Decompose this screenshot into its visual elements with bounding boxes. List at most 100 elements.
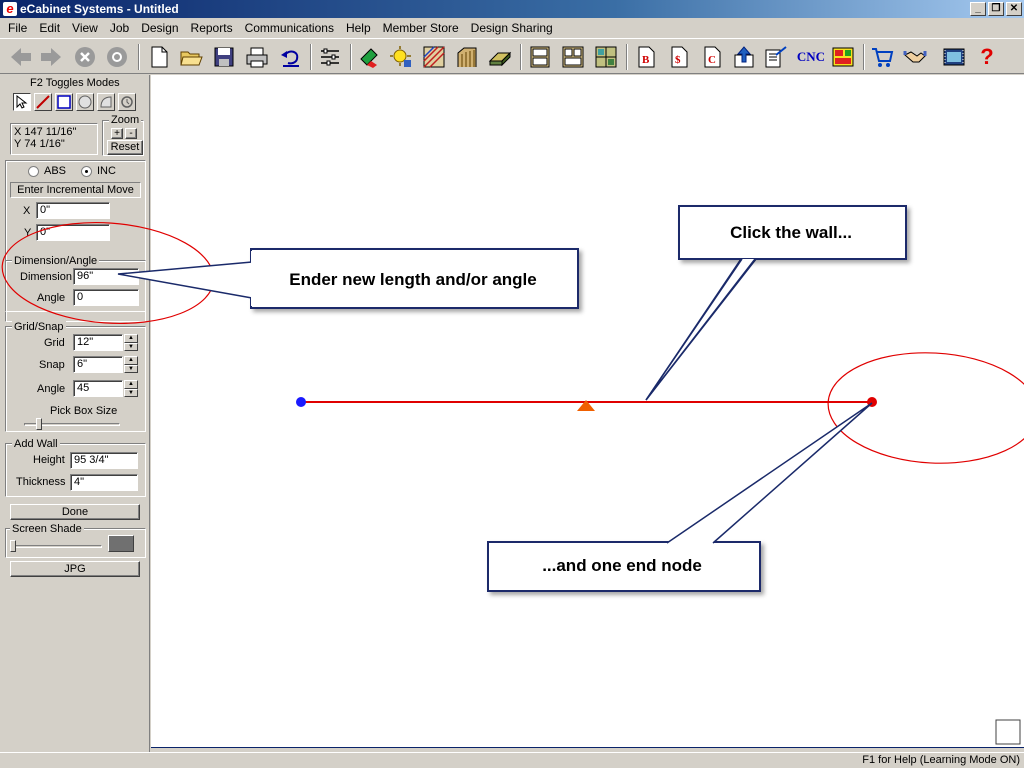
- menu-member-store[interactable]: Member Store: [377, 18, 465, 38]
- screen-shade-track: [12, 545, 102, 548]
- optimizer-icon[interactable]: [830, 43, 856, 71]
- snap-angle-stepper[interactable]: ▲ ▼: [124, 380, 138, 397]
- abs-radio[interactable]: [28, 166, 39, 177]
- forward-arrow-icon[interactable]: [38, 43, 64, 71]
- grid-label: Grid: [44, 337, 65, 349]
- upload-icon[interactable]: [731, 43, 757, 71]
- y-move-input[interactable]: 0": [36, 224, 110, 241]
- zoom-out-button[interactable]: -: [125, 128, 137, 139]
- screen-shade-group: Screen Shade: [5, 523, 146, 558]
- line-tool-icon[interactable]: [34, 93, 52, 111]
- dimension-label: Dimension: [20, 271, 72, 283]
- settings-list-icon[interactable]: [317, 43, 343, 71]
- shade-color-swatch[interactable]: [108, 535, 134, 552]
- add-wall-group: Add Wall Height 95 3/4" Thickness 4": [5, 438, 146, 497]
- screen-shade-label: Screen Shade: [10, 523, 84, 535]
- done-button[interactable]: Done: [10, 504, 140, 520]
- svg-text:C: C: [708, 54, 716, 66]
- store-cart-icon[interactable]: [869, 43, 895, 71]
- inc-radio[interactable]: [81, 166, 92, 177]
- x-move-input[interactable]: 0": [36, 202, 110, 219]
- cut-list-icon[interactable]: C: [699, 43, 725, 71]
- light-icon[interactable]: [388, 43, 414, 71]
- rectangle-tool-icon[interactable]: [55, 93, 73, 111]
- cnc-icon[interactable]: CNC: [796, 43, 826, 71]
- select-tool-icon[interactable]: [13, 93, 31, 111]
- open-folder-icon[interactable]: [178, 43, 204, 71]
- callout-dimension-text: Ender new length and/or angle: [289, 270, 536, 289]
- menu-edit[interactable]: Edit: [33, 18, 66, 38]
- handshake-icon[interactable]: [902, 43, 928, 71]
- material-icon[interactable]: [356, 43, 382, 71]
- abs-label: ABS: [44, 165, 67, 177]
- wall-start-node[interactable]: [296, 397, 306, 407]
- coord-y: Y 74 1/16": [14, 138, 65, 150]
- help-icon[interactable]: ?: [974, 43, 1000, 71]
- print-icon[interactable]: [244, 43, 270, 71]
- dimension-input[interactable]: 96": [73, 268, 139, 285]
- bid-report-icon[interactable]: B: [633, 43, 659, 71]
- drawing-canvas[interactable]: Click the wall... ...and one end node En…: [151, 75, 1024, 748]
- arc-tool-icon[interactable]: [97, 93, 115, 111]
- film-icon[interactable]: [941, 43, 967, 71]
- room-layout-icon[interactable]: [593, 43, 619, 71]
- snap-angle-input[interactable]: 45: [73, 380, 123, 397]
- door-icon[interactable]: [454, 43, 480, 71]
- snap-stepper[interactable]: ▲ ▼: [124, 356, 138, 373]
- menu-design[interactable]: Design: [135, 18, 184, 38]
- cabinet-icon[interactable]: [527, 43, 553, 71]
- grid-snap-group: Grid/Snap Grid 12" ▲ ▼ Snap 6" ▲ ▼ Angle 4…: [5, 321, 146, 432]
- refresh-icon[interactable]: [104, 43, 130, 71]
- menu-job[interactable]: Job: [104, 18, 135, 38]
- restore-button[interactable]: ❐: [988, 2, 1004, 16]
- end-node-highlight-ellipse: [827, 352, 1024, 464]
- snap-angle-label: Angle: [37, 383, 66, 395]
- texture-icon[interactable]: [421, 43, 447, 71]
- zoom-in-button[interactable]: +: [111, 128, 123, 139]
- zoom-reset-button[interactable]: Reset: [107, 140, 143, 155]
- cost-report-icon[interactable]: $: [666, 43, 692, 71]
- back-arrow-icon[interactable]: [8, 43, 34, 71]
- screen-shade-slider[interactable]: [10, 540, 16, 552]
- svg-text:$: $: [675, 54, 681, 66]
- pickbox-slider[interactable]: [36, 418, 42, 430]
- status-help-text: F1 for Help (Learning Mode ON): [862, 754, 1020, 766]
- menu-file[interactable]: File: [2, 18, 33, 38]
- menu-communications[interactable]: Communications: [239, 18, 340, 38]
- grid-group-title: Grid/Snap: [12, 321, 66, 333]
- export-icon[interactable]: [763, 43, 789, 71]
- callout-dimension: Ender new length and/or angle: [250, 248, 579, 309]
- app-logo-icon: e: [3, 2, 17, 16]
- menu-help[interactable]: Help: [340, 18, 377, 38]
- height-input[interactable]: 95 3/4": [70, 452, 138, 469]
- minimize-button[interactable]: _: [970, 2, 986, 16]
- stop-icon[interactable]: [72, 43, 98, 71]
- grid-input[interactable]: 12": [73, 334, 123, 351]
- status-bar: F1 for Help (Learning Mode ON): [0, 752, 1024, 768]
- thickness-input[interactable]: 4": [70, 474, 138, 491]
- save-icon[interactable]: [211, 43, 237, 71]
- new-file-icon[interactable]: [146, 43, 172, 71]
- coord-x: X 147 11/16": [14, 126, 77, 138]
- snap-input[interactable]: 6": [73, 356, 123, 373]
- angle-input[interactable]: 0: [73, 289, 139, 306]
- thickness-label: Thickness: [16, 476, 66, 488]
- zoom-group: Zoom + - Reset: [102, 114, 144, 156]
- undo-icon[interactable]: [278, 43, 304, 71]
- jpg-button[interactable]: JPG: [10, 561, 140, 577]
- callout-node-text: ...and one end node: [542, 556, 702, 575]
- circle-tool-icon[interactable]: [76, 93, 94, 111]
- close-button[interactable]: ✕: [1006, 2, 1022, 16]
- help-glyph: ?: [980, 44, 994, 69]
- menu-view[interactable]: View: [66, 18, 104, 38]
- cnc-label: CNC: [796, 49, 826, 64]
- menu-design-sharing[interactable]: Design Sharing: [465, 18, 559, 38]
- menu-reports[interactable]: Reports: [185, 18, 239, 38]
- y-label: Y: [24, 227, 32, 239]
- hardware-icon[interactable]: [487, 43, 513, 71]
- cabinet-list-icon[interactable]: [560, 43, 586, 71]
- grid-stepper[interactable]: ▲ ▼: [124, 334, 138, 351]
- rotate-tool-icon[interactable]: [118, 93, 136, 111]
- window-title: eCabinet Systems - Untitled: [20, 2, 179, 16]
- angle-label: Angle: [37, 292, 66, 304]
